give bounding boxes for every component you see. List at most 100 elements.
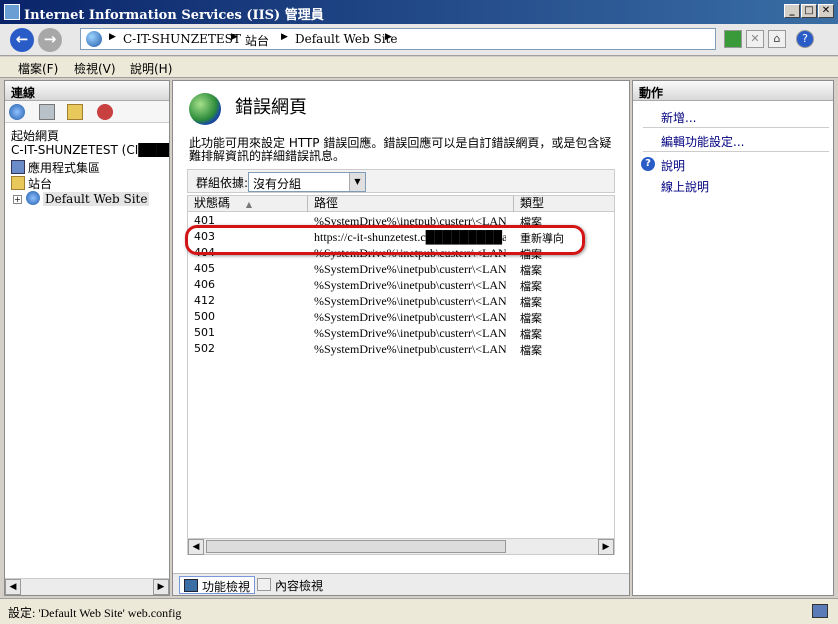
table-hscroll[interactable]: ◀ ▶	[188, 538, 614, 555]
table-row[interactable]: 502 %SystemDrive%\inetpub\custerr\<LAN… 檔案	[188, 341, 614, 357]
up-folder-icon[interactable]	[67, 104, 83, 120]
stop-icon[interactable]: ✕	[746, 30, 764, 48]
groupby-label: 群組依據:	[196, 176, 249, 190]
page-title: 錯誤網頁	[235, 97, 307, 118]
view-tabs: 功能檢視 內容檢視	[173, 573, 629, 595]
iis-app-icon	[4, 4, 20, 20]
crumb-default-web-site[interactable]: Default Web Site	[295, 32, 397, 46]
cell-type: 檔案	[520, 248, 542, 261]
cell-status: 405	[194, 262, 215, 275]
cell-type: 檔案	[520, 264, 542, 277]
table-row[interactable]: 412 %SystemDrive%\inetpub\custerr\<LAN… 檔案	[188, 293, 614, 309]
crumb-sites[interactable]: 站台	[245, 32, 269, 49]
chevron-down-icon[interactable]: ▼	[349, 173, 365, 191]
cell-status: 403	[194, 230, 215, 243]
network-icon	[812, 604, 828, 618]
cell-path: %SystemDrive%\inetpub\custerr\<LAN…	[314, 214, 506, 228]
groupby-bar: 群組依據: 沒有分組 ▼	[187, 169, 615, 193]
connections-panel: 連線 起始網頁 C-IT-SHUNZETEST (CI█████████E/ 應…	[4, 80, 170, 596]
save-icon[interactable]	[39, 104, 55, 120]
menu-help[interactable]: 說明(H)	[130, 60, 172, 77]
address-bar: ← → ▶ C-IT-SHUNZETEST ▶ 站台 ▶ Default Web…	[0, 24, 838, 56]
window-title: Internet Information Services (IIS) 管理員	[24, 8, 324, 23]
breadcrumb[interactable]: ▶ C-IT-SHUNZETEST ▶ 站台 ▶ Default Web Sit…	[80, 28, 716, 50]
features-view-icon	[184, 579, 198, 592]
feature-description: 此功能可用來設定 HTTP 錯誤回應。錯誤回應可以是自訂錯誤網頁，或是包含疑難排…	[189, 136, 612, 163]
cell-status: 412	[194, 294, 215, 307]
cell-type: 檔案	[520, 216, 542, 229]
cell-path: %SystemDrive%\inetpub\custerr\<LAN…	[314, 278, 506, 292]
tab-content-view[interactable]: 內容檢視	[253, 576, 327, 594]
action-help[interactable]: 說明	[661, 157, 685, 174]
column-status-label: 狀態碼	[194, 196, 231, 210]
title-bar: Internet Information Services (IIS) 管理員 …	[0, 0, 838, 24]
cell-type: 重新導向	[520, 232, 564, 245]
tree-app-pools[interactable]: 應用程式集區	[11, 159, 100, 176]
web-site-icon	[26, 191, 40, 205]
connections-hscroll[interactable]: ◀ ▶	[5, 578, 169, 595]
action-add[interactable]: 新增...	[661, 109, 696, 126]
home-icon[interactable]: ⌂	[768, 30, 786, 48]
tab-features-view[interactable]: 功能檢視	[179, 576, 256, 594]
back-button[interactable]: ←	[10, 28, 34, 52]
refresh-icon[interactable]	[724, 30, 742, 48]
cell-path: %SystemDrive%\inetpub\custerr\<LAN…	[314, 246, 506, 260]
tree-app-pools-label: 應用程式集區	[28, 161, 101, 175]
status-bar: 設定: 'Default Web Site' web.config	[0, 598, 838, 624]
disconnect-icon[interactable]	[97, 104, 113, 120]
cell-status: 401	[194, 214, 215, 227]
tree-sites[interactable]: 站台	[11, 175, 52, 192]
error-pages-table: 狀態碼 ▲ 路徑 類型 401 %SystemDrive%\inetpub\cus…	[187, 195, 615, 555]
scroll-thumb[interactable]	[206, 540, 506, 553]
minimize-button[interactable]: _	[784, 4, 800, 18]
forward-button[interactable]: →	[38, 28, 62, 52]
table-row[interactable]: 403 https://c-it-shunzetest.c█████████a.c…	[188, 229, 614, 245]
cell-status: 502	[194, 342, 215, 355]
maximize-button[interactable]: □	[801, 4, 817, 18]
column-status[interactable]: 狀態碼 ▲	[188, 196, 308, 212]
connections-header: 連線	[5, 81, 169, 101]
cell-path: %SystemDrive%\inetpub\custerr\<LAN…	[314, 342, 506, 356]
cell-path: https://c-it-shunzetest.c█████████a.com.…	[314, 230, 506, 244]
help-icon[interactable]: ?	[796, 30, 814, 48]
menu-bar: 檔案(F) 檢視(V) 說明(H)	[0, 57, 838, 78]
connections-toolbar	[5, 101, 169, 123]
menu-view[interactable]: 檢視(V)	[74, 60, 116, 77]
app-pool-icon	[11, 160, 25, 174]
table-row[interactable]: 406 %SystemDrive%\inetpub\custerr\<LAN… 檔案	[188, 277, 614, 293]
tree-start-page[interactable]: 起始網頁	[11, 127, 59, 144]
chevron-right-icon: ▶	[385, 32, 392, 42]
cell-type: 檔案	[520, 280, 542, 293]
connect-icon[interactable]	[9, 104, 25, 120]
action-online-help[interactable]: 線上說明	[661, 178, 709, 195]
close-button[interactable]: ✕	[818, 4, 834, 18]
scroll-right-icon[interactable]: ▶	[153, 579, 169, 595]
groupby-select[interactable]: 沒有分組 ▼	[248, 172, 366, 192]
table-row[interactable]: 500 %SystemDrive%\inetpub\custerr\<LAN… 檔案	[188, 309, 614, 325]
chevron-right-icon: ▶	[109, 32, 116, 42]
column-path[interactable]: 路徑	[308, 196, 514, 212]
cell-path: %SystemDrive%\inetpub\custerr\<LAN…	[314, 326, 506, 340]
tree-default-web-site[interactable]: + Default Web Site	[13, 191, 150, 206]
tree-server[interactable]: C-IT-SHUNZETEST (CI█████████E/	[11, 143, 169, 157]
feature-panel: 錯誤網頁 此功能可用來設定 HTTP 錯誤回應。錯誤回應可以是自訂錯誤網頁，或是…	[172, 80, 630, 596]
scroll-left-icon[interactable]: ◀	[5, 579, 21, 595]
tab-features-view-label: 功能檢視	[202, 580, 251, 594]
cell-type: 檔案	[520, 328, 542, 341]
cell-path: %SystemDrive%\inetpub\custerr\<LAN…	[314, 262, 506, 276]
action-edit-feature-settings[interactable]: 編輯功能設定...	[661, 133, 744, 150]
column-type[interactable]: 類型	[514, 196, 614, 212]
table-row[interactable]: 401 %SystemDrive%\inetpub\custerr\<LAN… 檔案	[188, 213, 614, 229]
expand-icon[interactable]: +	[13, 195, 22, 204]
table-row[interactable]: 404 %SystemDrive%\inetpub\custerr\<LAN… 檔案	[188, 245, 614, 261]
cell-status: 404	[194, 246, 215, 259]
table-row[interactable]: 501 %SystemDrive%\inetpub\custerr\<LAN… 檔案	[188, 325, 614, 341]
table-row[interactable]: 405 %SystemDrive%\inetpub\custerr\<LAN… 檔案	[188, 261, 614, 277]
scroll-left-icon[interactable]: ◀	[188, 539, 204, 555]
table-header: 狀態碼 ▲ 路徑 類型	[188, 196, 614, 212]
scroll-right-icon[interactable]: ▶	[598, 539, 614, 555]
status-text: 設定: 'Default Web Site' web.config	[8, 606, 182, 620]
menu-file[interactable]: 檔案(F)	[18, 60, 58, 77]
crumb-server[interactable]: C-IT-SHUNZETEST	[123, 32, 241, 46]
chevron-right-icon: ▶	[281, 32, 288, 42]
